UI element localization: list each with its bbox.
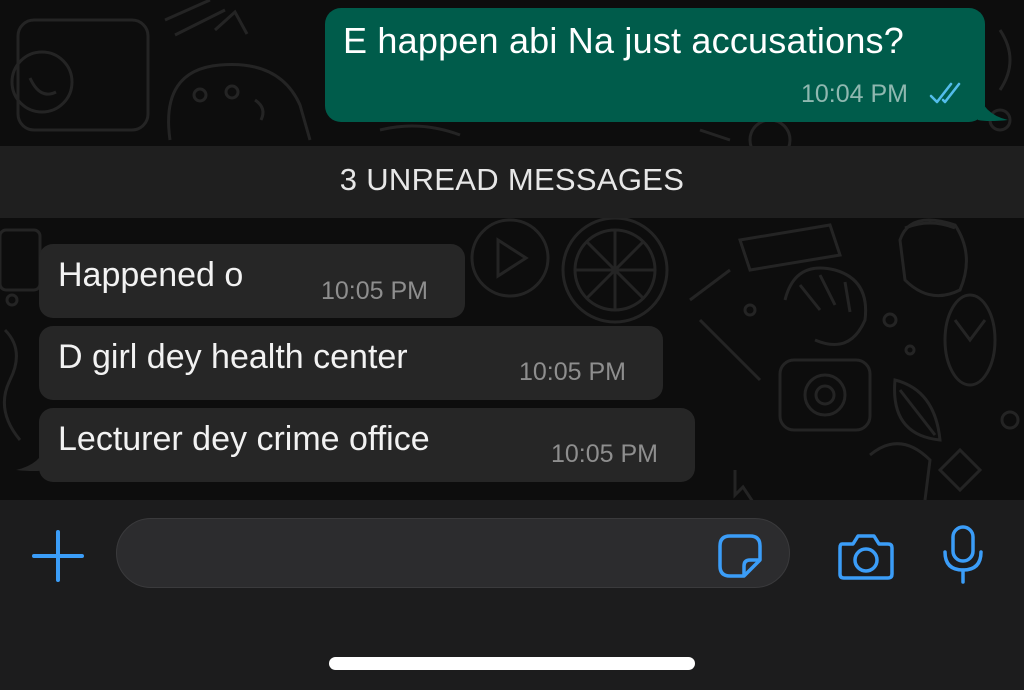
outgoing-bubble-tail (978, 90, 1008, 121)
plus-icon[interactable] (30, 528, 86, 584)
outgoing-message-text: E happen abi Na just accusations? (343, 20, 904, 61)
incoming-message-text: D girl dey health center (58, 338, 408, 376)
incoming-message-text: Lecturer dey crime office (58, 420, 430, 458)
home-indicator[interactable] (329, 657, 695, 670)
incoming-message-text: Happened o (58, 256, 244, 294)
incoming-bubble-tail (16, 444, 46, 471)
outgoing-message-time: 10:04 PM (801, 80, 909, 108)
incoming-message-time: 10:05 PM (321, 277, 429, 305)
sticker-icon[interactable] (716, 532, 764, 580)
unread-messages-label: 3 UNREAD MESSAGES (339, 162, 685, 197)
chat-area[interactable]: E happen abi Na just accusations? 10:04 … (0, 0, 1024, 500)
incoming-message-time: 10:05 PM (519, 358, 627, 386)
double-check-read-icon (929, 82, 961, 104)
message-input[interactable] (116, 518, 790, 588)
microphone-icon[interactable] (940, 524, 986, 586)
camera-icon[interactable] (836, 530, 896, 582)
incoming-message-time: 10:05 PM (551, 440, 659, 468)
